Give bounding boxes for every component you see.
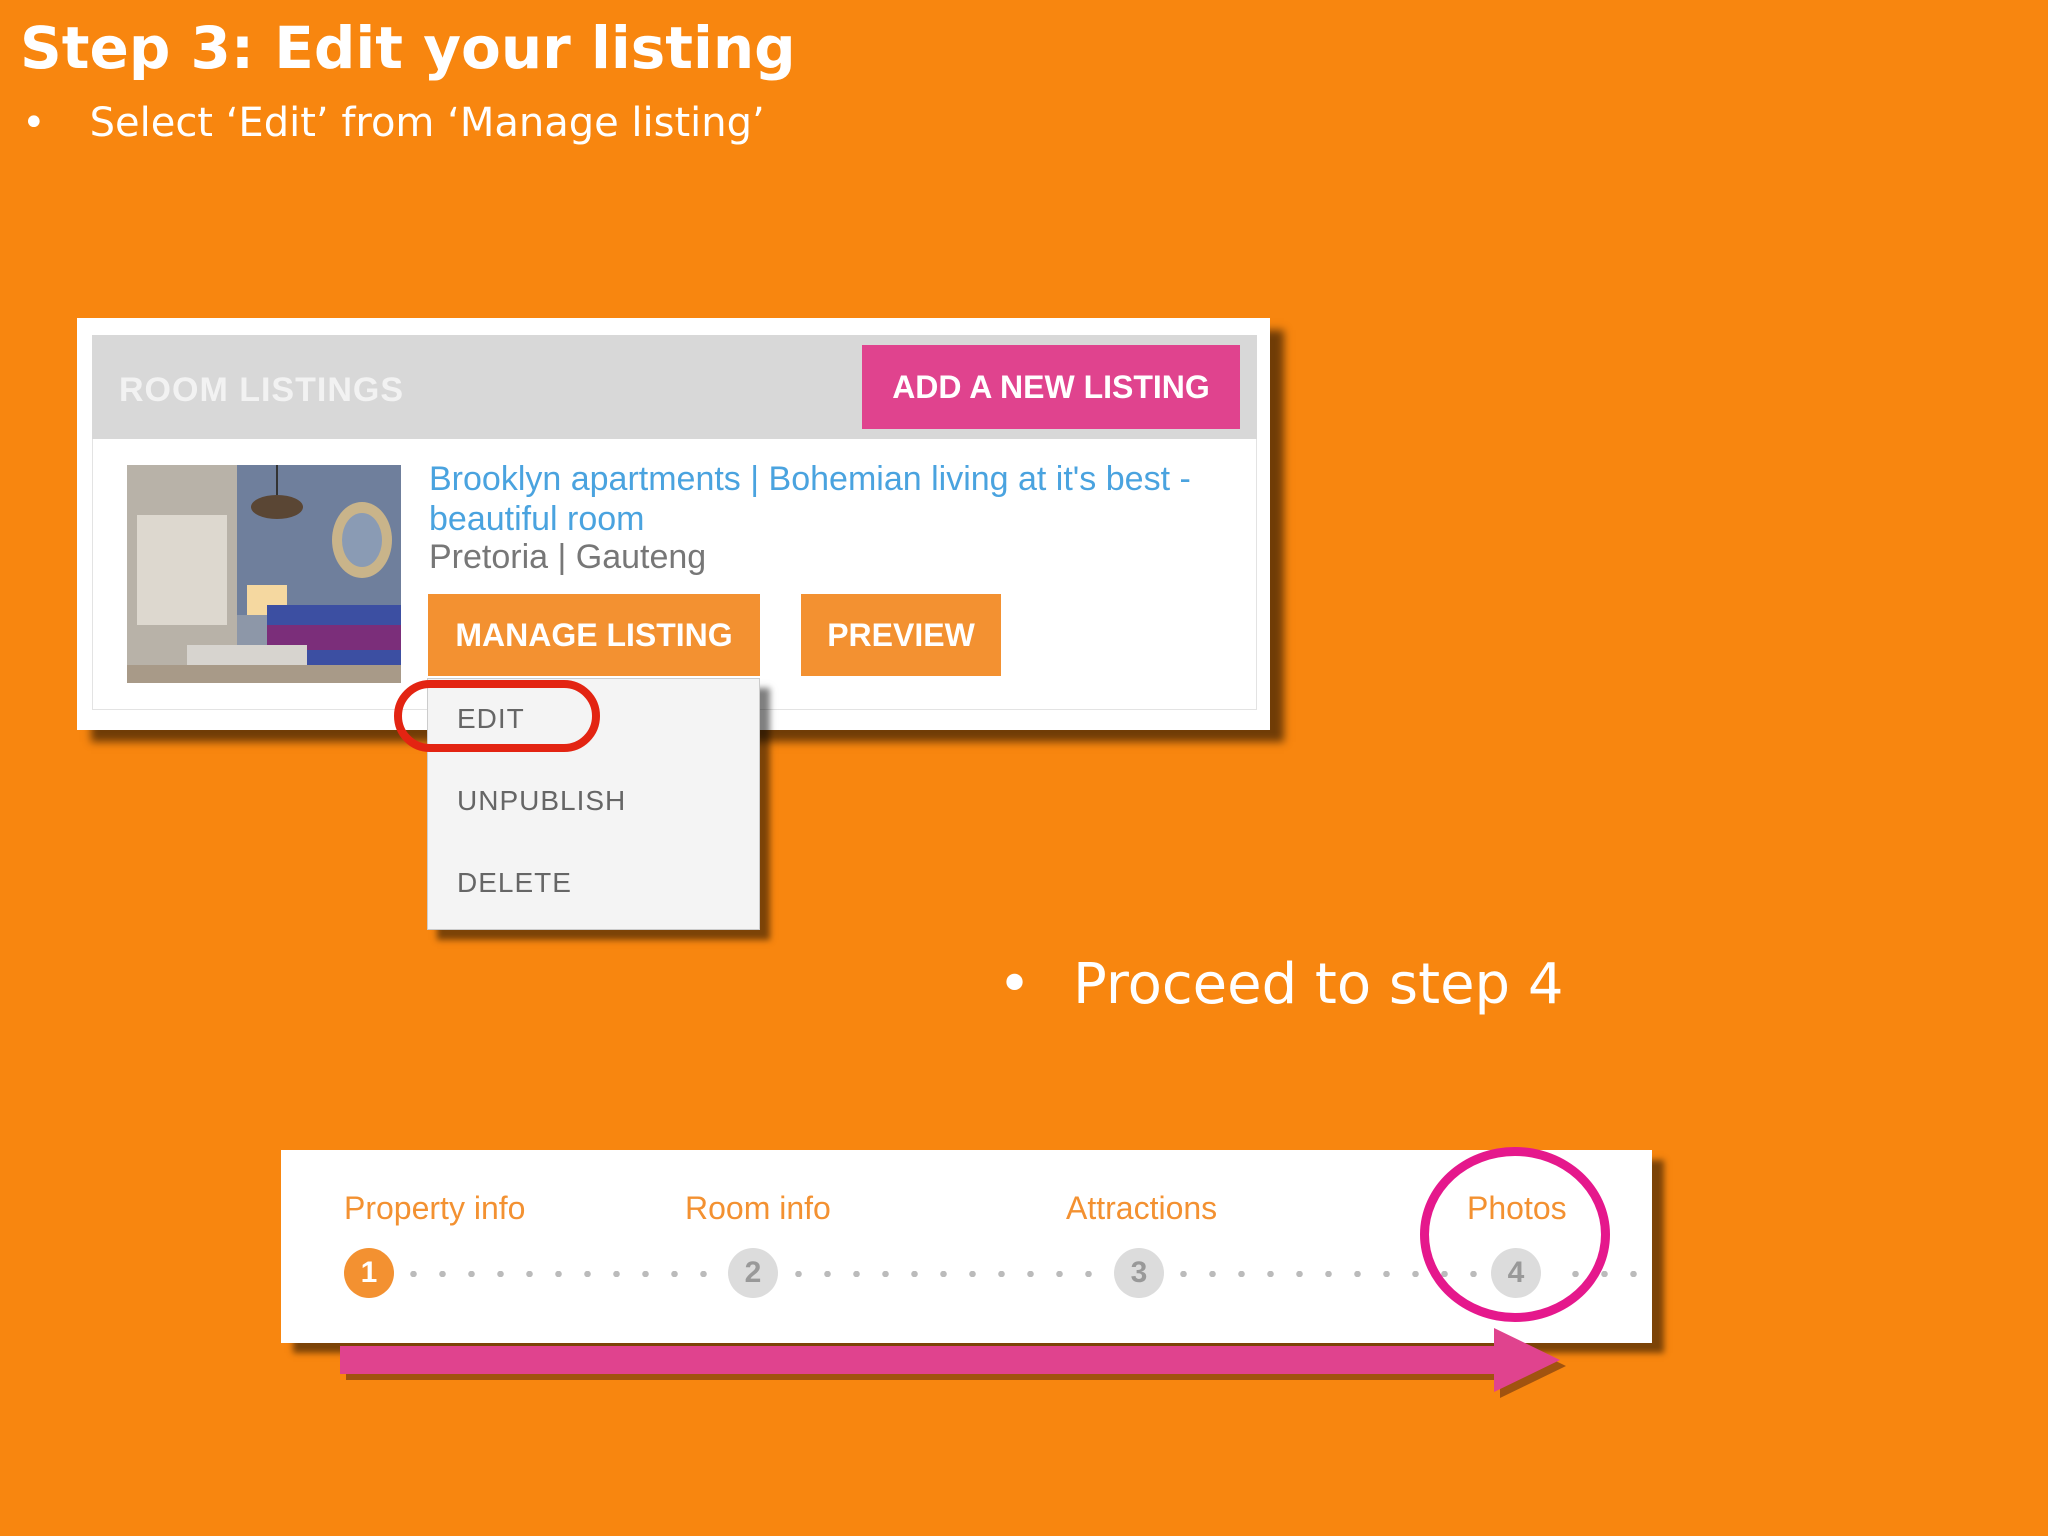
instruction-bullet: • Select ‘Edit’ from ‘Manage listing’ [22,100,765,146]
step-label-property-info[interactable]: Property info [344,1190,525,1227]
manage-listing-button[interactable]: MANAGE LISTING [428,594,760,676]
progress-arrow-icon [340,1328,1566,1398]
slide-title: Step 3: Edit your listing [20,14,796,82]
room-listings-card: ROOM LISTINGS ADD A NEW LISTING Brooklyn… [77,318,1270,730]
listing-item: Brooklyn apartments | Bohemian living at… [92,439,1257,710]
step-label-room-info[interactable]: Room info [685,1190,831,1227]
edit-highlight-ring [394,680,600,752]
bullet-marker: • [998,952,1032,1017]
bullet-marker: • [22,100,46,146]
dropdown-item-delete[interactable]: DELETE [457,867,572,899]
photos-highlight-ring [1420,1147,1610,1322]
step-3-circle[interactable]: 3 [1114,1248,1164,1298]
step-connector-dots [784,1271,1102,1277]
proceed-text: Proceed to step 4 [1073,952,1564,1017]
add-new-listing-button[interactable]: ADD A NEW LISTING [862,345,1240,429]
step-connector-dots [399,1271,719,1277]
step-label-attractions[interactable]: Attractions [1066,1190,1217,1227]
step-2-circle[interactable]: 2 [728,1248,778,1298]
listing-thumbnail[interactable] [127,465,401,683]
step-1-circle[interactable]: 1 [344,1248,394,1298]
listing-location: Pretoria | Gauteng [429,538,707,576]
room-listings-title: ROOM LISTINGS [119,371,404,409]
room-listings-header: ROOM LISTINGS ADD A NEW LISTING [92,335,1257,439]
listing-title-link[interactable]: Brooklyn apartments | Bohemian living at… [429,459,1209,539]
bedroom-photo [127,465,401,683]
proceed-bullet: • Proceed to step 4 [998,952,1564,1017]
dropdown-item-unpublish[interactable]: UNPUBLISH [457,785,626,817]
preview-button[interactable]: PREVIEW [801,594,1001,676]
instruction-text: Select ‘Edit’ from ‘Manage listing’ [89,100,765,146]
